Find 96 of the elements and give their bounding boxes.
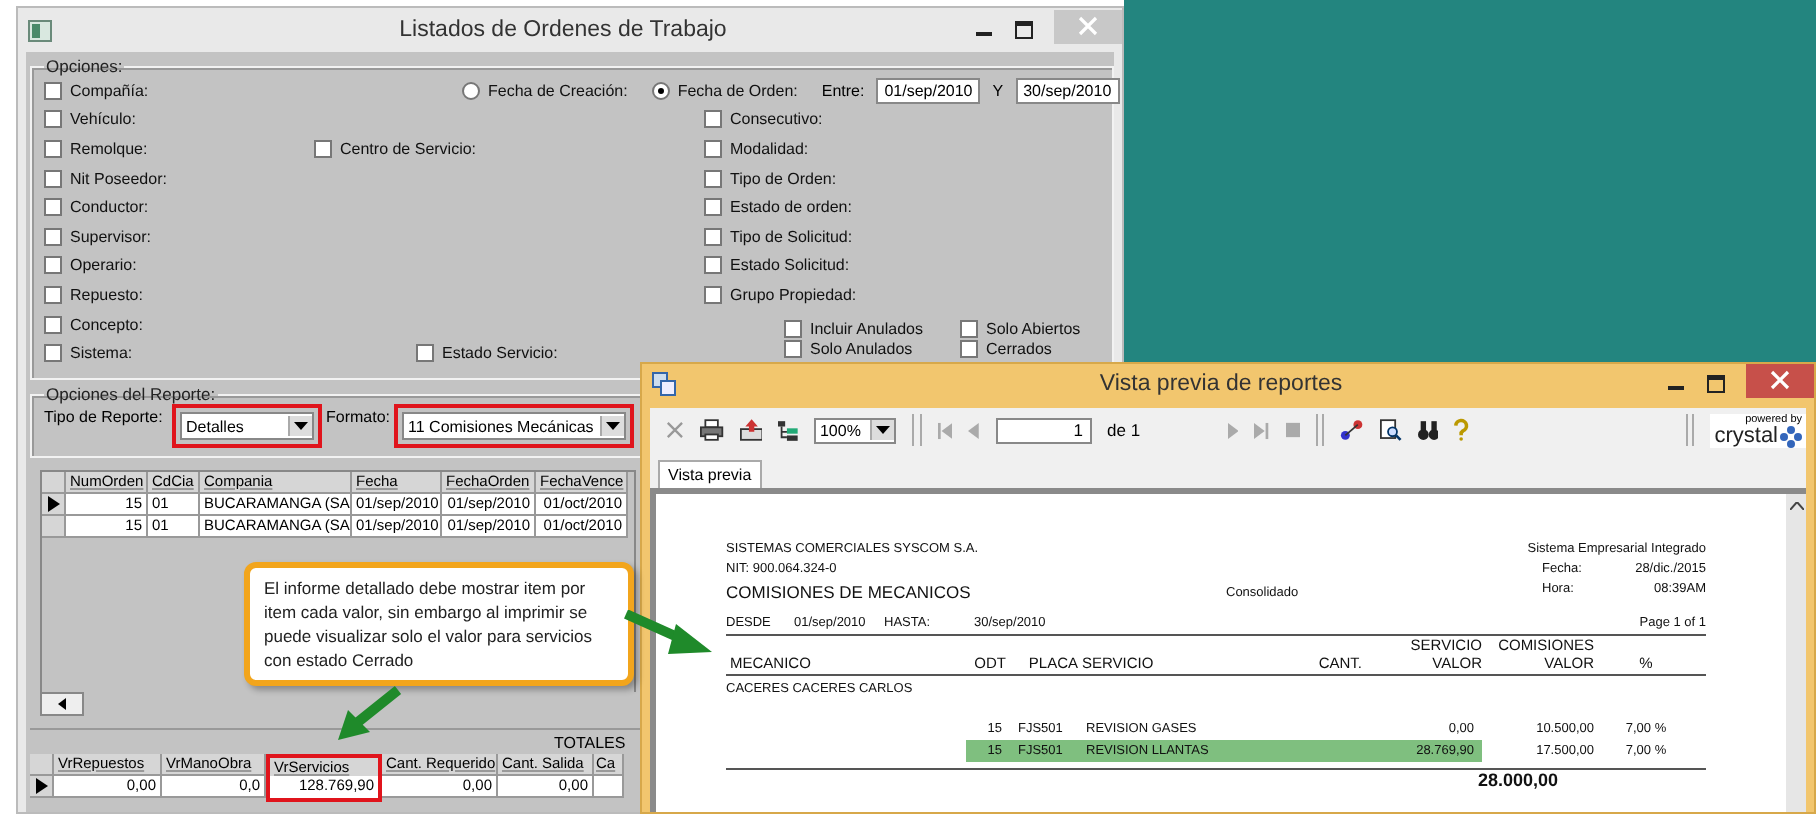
checkbox-label: Remolque:	[70, 139, 148, 158]
checkbox-label: Supervisor:	[70, 227, 151, 246]
checkbox[interactable]	[704, 285, 722, 304]
checkbox[interactable]	[44, 198, 62, 217]
field-label: Tipo de Reporte:	[44, 406, 165, 426]
checkbox-label: Conductor:	[70, 198, 149, 217]
format-dropdown[interactable]: 11 Comisiones Mecánicas	[402, 412, 627, 440]
date-field[interactable]: 01/sep/2010	[876, 77, 981, 104]
checkbox-label: Tipo de Orden:	[730, 169, 837, 188]
dropdown-arrow-icon	[606, 422, 621, 430]
horizontal-scrollbar[interactable]	[40, 692, 84, 716]
checkbox[interactable]	[44, 110, 62, 129]
checkbox[interactable]	[704, 169, 722, 188]
checkbox-label: Compañía:	[70, 81, 149, 100]
tab[interactable]: Vista previa	[658, 460, 762, 488]
tree-icon[interactable]	[778, 419, 798, 441]
scroll-left-icon[interactable]	[58, 698, 66, 710]
checkbox[interactable]	[704, 139, 722, 158]
checkbox-label: Cerrados	[986, 340, 1052, 359]
close-button[interactable]	[1746, 363, 1814, 397]
field-label: Entre:	[821, 81, 865, 100]
checkbox[interactable]	[44, 81, 62, 100]
checkbox[interactable]	[44, 285, 62, 304]
search-icon[interactable]	[1379, 418, 1402, 442]
group-tree-icon[interactable]	[1340, 418, 1364, 442]
checkbox[interactable]	[44, 139, 62, 158]
dropdown-arrow-icon	[876, 426, 891, 434]
window-title: Listados de Ordenes de Trabajo	[397, 18, 729, 42]
checkbox-label: Estado Solicitud:	[730, 256, 850, 275]
checkbox[interactable]	[784, 340, 802, 359]
radio-label: Fecha de Orden:	[677, 81, 798, 100]
checkbox-label: Estado Servicio:	[442, 344, 558, 363]
checkbox-label: Sistema:	[70, 344, 133, 363]
arrow	[624, 610, 714, 660]
checkbox-label: Solo Anulados	[810, 340, 913, 359]
zoom-dropdown[interactable]: 100%	[813, 417, 897, 443]
checkbox[interactable]	[960, 320, 978, 339]
page-count: de 1	[1107, 420, 1141, 440]
radio-button[interactable]	[651, 81, 670, 100]
checkbox[interactable]	[44, 344, 62, 363]
grid-corner	[42, 472, 66, 494]
printer-icon[interactable]	[699, 418, 724, 442]
checkbox[interactable]	[44, 315, 62, 334]
group-legend: Opciones del Reporte:	[44, 384, 218, 404]
window-icon	[28, 19, 52, 41]
checkbox-label: Repuesto:	[70, 285, 143, 304]
vertical-scrollbar[interactable]	[1786, 494, 1806, 812]
binoculars-icon[interactable]	[1417, 419, 1439, 441]
dots-icon	[1780, 425, 1802, 447]
close-icon	[1078, 16, 1098, 36]
checkbox[interactable]	[44, 169, 62, 188]
checkbox[interactable]	[960, 340, 978, 359]
checkbox-label: Centro de Servicio:	[340, 139, 477, 158]
field-label: Formato:	[324, 406, 393, 426]
maximize-icon[interactable]	[1014, 20, 1034, 40]
checkbox-label: Consecutivo:	[730, 110, 823, 129]
export-icon[interactable]	[739, 418, 763, 442]
totals-title: TOTALES	[554, 734, 626, 752]
maximize-icon[interactable]	[1706, 374, 1726, 394]
checkbox[interactable]	[44, 256, 62, 275]
checkbox-label: Modalidad:	[730, 139, 809, 158]
callout-note: El informe detallado debe mostrar item por item cada valor, sin embargo al imprimir se puede visualizar solo el valor para servicios con estado Cerrado	[244, 562, 634, 686]
window-title: Vista previa de reportes	[1097, 372, 1345, 396]
checkbox-label: Solo Abiertos	[986, 320, 1081, 339]
report-title: COMISIONES DE MECANICOS	[726, 582, 973, 602]
radio-button[interactable]	[462, 81, 480, 100]
checkbox[interactable]	[704, 227, 722, 246]
dropdown-arrow-icon	[294, 422, 308, 430]
checkbox-label: Incluir Anulados	[810, 320, 923, 339]
report-type-dropdown[interactable]: Detalles	[180, 412, 314, 440]
checkbox-label: Concepto:	[70, 315, 143, 334]
checkbox[interactable]	[44, 227, 62, 246]
checkbox-label: Grupo Propiedad:	[730, 285, 857, 304]
checkbox[interactable]	[704, 110, 722, 129]
close-icon	[1770, 370, 1790, 390]
field-label: Y	[992, 81, 1004, 100]
checkbox[interactable]	[704, 256, 722, 275]
logo-wordmark: crystal	[1714, 425, 1778, 447]
checkbox-label: Tipo de Solicitud:	[730, 227, 853, 246]
help-icon[interactable]	[1454, 418, 1470, 442]
checkbox[interactable]	[416, 344, 434, 363]
report-total: 28.000,00	[1478, 770, 1559, 790]
close-icon[interactable]	[666, 420, 684, 440]
scroll-up-icon[interactable]	[1789, 502, 1803, 510]
radio-label: Fecha de Creación:	[488, 81, 628, 100]
checkbox-label: Operario:	[70, 256, 137, 275]
window-icon	[652, 372, 676, 396]
checkbox-label: Vehículo:	[70, 110, 136, 129]
checkbox-label: Estado de orden:	[730, 198, 852, 217]
date-field[interactable]: 30/sep/2010	[1015, 77, 1120, 104]
checkbox[interactable]	[784, 320, 802, 339]
checkbox[interactable]	[314, 139, 332, 158]
checkbox[interactable]	[704, 198, 722, 217]
page-number-field[interactable]: 1	[995, 417, 1091, 443]
group-legend: Opciones:	[44, 56, 125, 76]
checkbox-label: Nit Poseedor:	[70, 169, 167, 188]
